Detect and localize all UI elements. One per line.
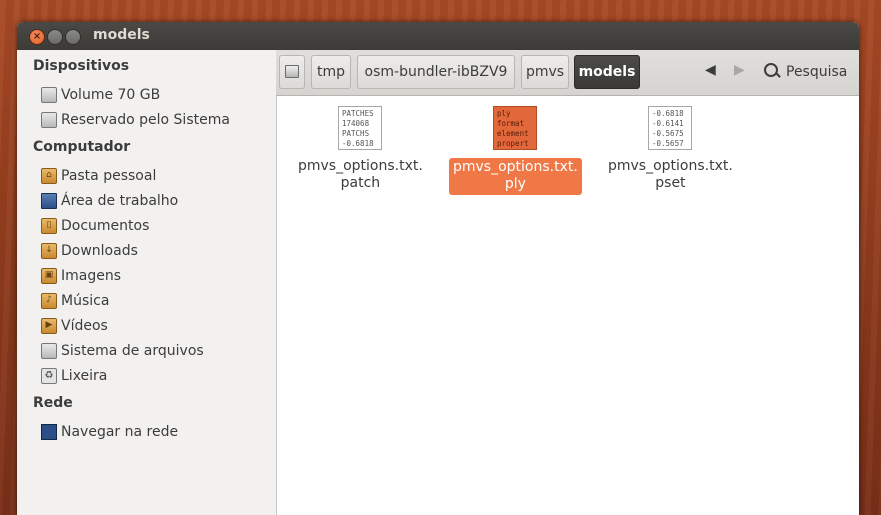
sidebar-item-desktop[interactable]: Área de trabalho — [41, 191, 271, 211]
sidebar-item-trash[interactable]: ♻ Lixeira — [41, 366, 271, 386]
toolbar: tmp osm-bundler-ibBZV9 pmvs models ◀ ▶ P… — [276, 50, 859, 96]
drive-icon — [285, 65, 299, 78]
sidebar-item-label: Navegar na rede — [61, 424, 179, 440]
text-file-thumbnail-icon: PATCHES 174068 PATCHS -0.6818 — [338, 106, 382, 150]
file-item-ply[interactable]: ply format element propert pmvs_options.… — [449, 106, 582, 195]
sidebar-item-pictures[interactable]: ▣ Imagens — [41, 266, 271, 286]
drive-icon — [41, 87, 57, 103]
sidebar-item-label: Pasta pessoal — [61, 168, 157, 184]
sidebar-item-downloads[interactable]: ↓ Downloads — [41, 241, 271, 261]
file-name-line1: pmvs_options.txt. — [298, 158, 423, 174]
sidebar-item-filesystem[interactable]: Sistema de arquivos — [41, 341, 271, 361]
music-folder-icon: ♪ — [41, 293, 57, 309]
sidebar-item-home[interactable]: ⌂ Pasta pessoal — [41, 166, 271, 186]
sidebar-heading-devices: Dispositivos — [33, 58, 130, 74]
search-button[interactable]: Pesquisa — [764, 62, 847, 82]
sidebar-item-volume-70gb[interactable]: Volume 70 GB — [41, 85, 271, 105]
downloads-folder-icon: ↓ — [41, 243, 57, 259]
search-label: Pesquisa — [786, 64, 848, 80]
home-folder-icon: ⌂ — [41, 168, 57, 184]
breadcrumb-tmp[interactable]: tmp — [311, 55, 351, 89]
sidebar-item-music[interactable]: ♪ Música — [41, 291, 271, 311]
sidebar-heading-computer: Computador — [33, 139, 131, 155]
sidebar-item-documents[interactable]: ▯ Documentos — [41, 216, 271, 236]
videos-folder-icon: ▶ — [41, 318, 57, 334]
sidebar-item-label: Área de trabalho — [61, 193, 179, 209]
file-item-patch[interactable]: PATCHES 174068 PATCHS -0.6818 pmvs_optio… — [294, 106, 426, 192]
minimize-button[interactable] — [47, 29, 63, 45]
trash-icon: ♻ — [41, 368, 57, 384]
file-name-line2: patch — [340, 175, 381, 191]
sidebar-item-label: Reservado pelo Sistema — [61, 112, 230, 128]
sidebar-item-label: Volume 70 GB — [61, 87, 161, 103]
sidebar-item-label: Sistema de arquivos — [61, 343, 204, 359]
back-arrow-icon[interactable]: ◀ — [705, 62, 716, 78]
text-file-thumbnail-icon: ply format element propert — [493, 106, 537, 150]
file-manager-window: × models Dispositivos Volume 70 GB Reser… — [17, 22, 859, 515]
file-name-line1: pmvs_options.txt. — [453, 159, 578, 175]
sidebar-heading-network: Rede — [33, 395, 73, 411]
file-name-line2: pset — [655, 175, 686, 191]
title-bar[interactable]: × models — [17, 22, 859, 50]
file-name: pmvs_options.txt. ply — [449, 158, 582, 195]
desktop-icon — [41, 193, 57, 209]
documents-folder-icon: ▯ — [41, 218, 57, 234]
file-view[interactable]: PATCHES 174068 PATCHS -0.6818 pmvs_optio… — [277, 96, 859, 515]
breadcrumb-models[interactable]: models — [574, 55, 640, 89]
network-icon — [41, 424, 57, 440]
breadcrumb-osm-bundler[interactable]: osm-bundler-ibBZV9 — [357, 55, 515, 89]
sidebar-item-label: Documentos — [61, 218, 150, 234]
sidebar-item-label: Lixeira — [61, 368, 108, 384]
sidebar-item-label: Música — [61, 293, 110, 309]
sidebar-item-label: Downloads — [61, 243, 138, 259]
file-item-pset[interactable]: -0.6818 -0.6141 -0.5675 -0.5657 pmvs_opt… — [604, 106, 736, 192]
pictures-folder-icon: ▣ — [41, 268, 57, 284]
forward-arrow-icon[interactable]: ▶ — [734, 62, 745, 78]
breadcrumb-root[interactable] — [279, 55, 305, 89]
sidebar: Dispositivos Volume 70 GB Reservado pelo… — [17, 50, 277, 515]
maximize-button[interactable] — [65, 29, 81, 45]
drive-icon — [41, 112, 57, 128]
window-title: models — [93, 27, 150, 43]
sidebar-item-label: Imagens — [61, 268, 122, 284]
text-file-thumbnail-icon: -0.6818 -0.6141 -0.5675 -0.5657 — [648, 106, 692, 150]
file-name-line1: pmvs_options.txt. — [608, 158, 733, 174]
file-name-line2: ply — [504, 176, 526, 192]
file-name: pmvs_options.txt. pset — [604, 158, 737, 192]
sidebar-item-browse-network[interactable]: Navegar na rede — [41, 422, 271, 442]
close-button[interactable]: × — [29, 29, 45, 45]
drive-icon — [41, 343, 57, 359]
search-icon — [764, 63, 778, 77]
file-name: pmvs_options.txt. patch — [294, 158, 427, 192]
sidebar-item-label: Vídeos — [61, 318, 108, 334]
sidebar-item-reserved-system[interactable]: Reservado pelo Sistema — [41, 110, 271, 130]
breadcrumb-pmvs[interactable]: pmvs — [521, 55, 569, 89]
sidebar-item-videos[interactable]: ▶ Vídeos — [41, 316, 271, 336]
